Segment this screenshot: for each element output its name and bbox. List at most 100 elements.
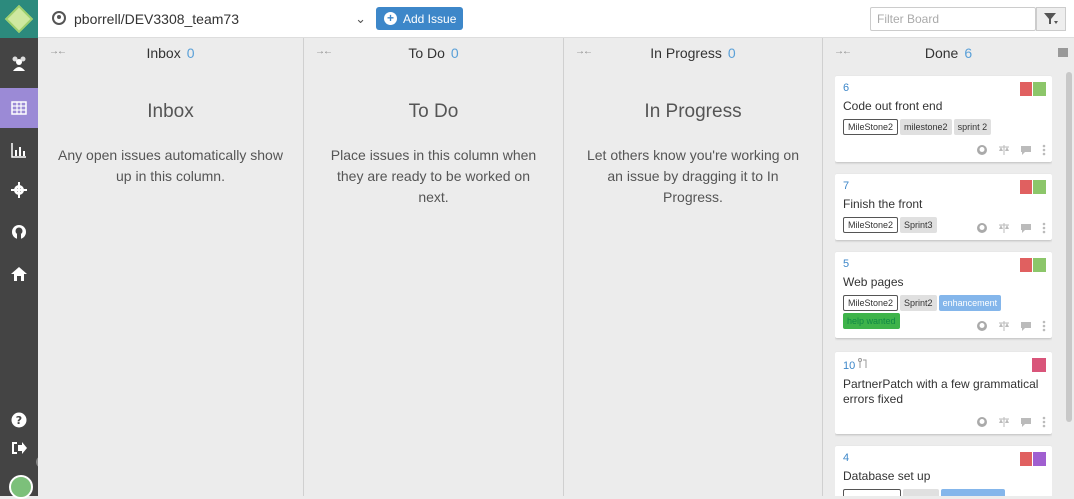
label-badge[interactable]: Sprint3: [900, 217, 937, 233]
app-logo[interactable]: [0, 0, 38, 38]
card-actions: [976, 222, 1046, 234]
empty-column-title: To Do: [408, 101, 459, 122]
issue-number-text[interactable]: 10: [843, 360, 855, 372]
github-icon[interactable]: [976, 320, 988, 332]
label-badge[interactable]: MileStone2: [843, 217, 899, 233]
column-header: →← Inbox 0: [38, 38, 303, 68]
assignee-avatar[interactable]: [1020, 82, 1046, 96]
card-actions: [976, 416, 1046, 428]
issue-card[interactable]: 6 Code out front end MileStone2 mileston…: [835, 76, 1052, 162]
scale-icon[interactable]: [998, 222, 1010, 234]
label-badge[interactable]: Sprint2: [900, 295, 937, 311]
issue-card[interactable]: 10 PartnerPatch with a few grammatical e…: [835, 352, 1052, 434]
empty-column-title: In Progress: [644, 101, 742, 122]
label-badge[interactable]: [843, 489, 901, 496]
column-done: →← Done 6 6 Code out front end MileStone2…: [823, 38, 1074, 496]
issue-title[interactable]: Database set up: [843, 469, 1044, 484]
column-count: 0: [186, 45, 195, 61]
issue-number[interactable]: 5: [843, 258, 1044, 270]
avatar[interactable]: [9, 475, 33, 499]
comment-icon[interactable]: [1020, 320, 1032, 332]
issue-card[interactable]: 7 Finish the front MileStone2 Sprint3: [835, 174, 1052, 240]
chart-icon: [11, 143, 26, 158]
column-title: To Do 0: [304, 45, 563, 61]
home-icon: [11, 267, 27, 281]
card-actions: [976, 144, 1046, 156]
scale-icon[interactable]: [998, 144, 1010, 156]
column-title: In Progress 0: [564, 45, 822, 61]
filter-button[interactable]: [1036, 7, 1066, 31]
issue-number[interactable]: 6: [843, 82, 1044, 94]
label-list: MileStone2 milestone2 sprint 2: [843, 119, 1044, 135]
repo-name: pborrell/DEV3308_team73: [74, 11, 239, 27]
assignee-avatar[interactable]: [1020, 258, 1046, 272]
issue-title[interactable]: Code out front end: [843, 99, 1044, 114]
label-badge[interactable]: milestone2: [900, 119, 952, 135]
label-badge[interactable]: sprint 2: [953, 119, 992, 135]
assignee-avatar[interactable]: [1020, 452, 1046, 466]
issue-title[interactable]: PartnerPatch with a few grammatical erro…: [843, 377, 1044, 407]
empty-column-description: Place issues in this column when they ar…: [330, 147, 537, 205]
column-title: Inbox 0: [38, 45, 303, 61]
scale-icon[interactable]: [998, 416, 1010, 428]
logo-icon: [4, 4, 34, 34]
sidebar-item-reports[interactable]: [0, 130, 38, 170]
label-badge[interactable]: MileStone2: [843, 295, 899, 311]
column-count: 0: [450, 45, 459, 61]
issue-number[interactable]: 4: [843, 452, 1044, 464]
comment-icon[interactable]: [1020, 416, 1032, 428]
label-badge[interactable]: [903, 489, 939, 496]
column-inbox: →← Inbox 0 Inbox Any open issues automati…: [38, 38, 304, 496]
label-badge[interactable]: enhancement: [938, 295, 1002, 311]
comment-icon[interactable]: [1020, 222, 1032, 234]
column-title-text: To Do: [408, 45, 445, 61]
column-title: Done 6: [823, 45, 1074, 61]
github-icon[interactable]: [976, 144, 988, 156]
help-icon: ?: [11, 412, 27, 428]
sidebar-item-github[interactable]: [0, 212, 38, 252]
pull-request-icon: [858, 358, 867, 368]
label-list: [843, 489, 1044, 496]
empty-column-description: Any open issues automatically show up in…: [58, 147, 283, 184]
column-title-text: In Progress: [650, 45, 722, 61]
archive-icon[interactable]: [1058, 48, 1068, 57]
more-vertical-icon[interactable]: [1042, 222, 1046, 234]
column-header: →← In Progress 0: [564, 38, 822, 68]
repo-selector[interactable]: pborrell/DEV3308_team73 ⌄: [74, 7, 366, 31]
sidebar-item-logout[interactable]: [0, 428, 38, 468]
column-count: 6: [964, 45, 973, 61]
more-vertical-icon[interactable]: [1042, 416, 1046, 428]
assignee-avatar[interactable]: [1020, 180, 1046, 194]
done-column-scrollbar[interactable]: [1066, 72, 1072, 422]
sidebar-item-team[interactable]: [0, 43, 38, 83]
github-icon[interactable]: [976, 416, 988, 428]
done-card-list: 6 Code out front end MileStone2 mileston…: [835, 72, 1052, 496]
issue-title[interactable]: Finish the front: [843, 197, 1044, 212]
issue-card[interactable]: 5 Web pages MileStone2 Sprint2 enhanceme…: [835, 252, 1052, 338]
issue-card[interactable]: 4 Database set up: [835, 446, 1052, 496]
sidebar-item-settings[interactable]: [0, 170, 38, 210]
add-issue-button[interactable]: + Add Issue: [376, 7, 463, 30]
chevron-down-icon[interactable]: ⌄: [355, 11, 366, 27]
sidebar-item-home[interactable]: [0, 254, 38, 294]
comment-icon[interactable]: [1020, 144, 1032, 156]
assignee-avatar[interactable]: [1032, 358, 1046, 372]
label-badge[interactable]: [941, 489, 1005, 496]
issue-number[interactable]: 7: [843, 180, 1044, 192]
label-badge[interactable]: MileStone2: [843, 119, 899, 135]
more-vertical-icon[interactable]: [1042, 144, 1046, 156]
empty-column-title: Inbox: [147, 101, 194, 122]
empty-column-description: Let others know you're working on an iss…: [586, 147, 799, 205]
sidebar-item-board[interactable]: [0, 88, 38, 128]
label-badge[interactable]: help wanted: [843, 313, 900, 329]
issue-title[interactable]: Web pages: [843, 275, 1044, 290]
filter-board-input[interactable]: Filter Board: [870, 7, 1036, 31]
github-icon[interactable]: [976, 222, 988, 234]
issue-number[interactable]: 10: [843, 358, 1044, 372]
more-vertical-icon[interactable]: [1042, 320, 1046, 332]
column-title-text: Done: [924, 45, 959, 61]
logout-icon: [12, 442, 27, 454]
svg-text:?: ?: [16, 414, 22, 427]
gear-icon: [11, 182, 27, 198]
scale-icon[interactable]: [998, 320, 1010, 332]
